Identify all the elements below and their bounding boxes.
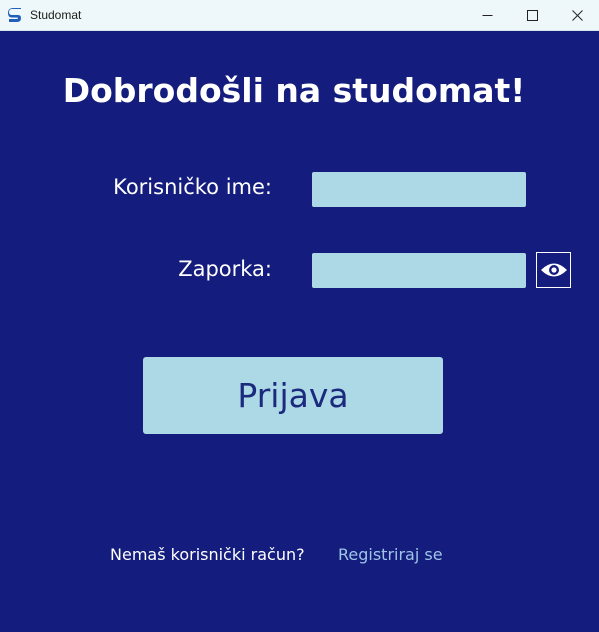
- password-field[interactable]: [312, 253, 526, 288]
- close-icon: [571, 10, 583, 21]
- title-bar[interactable]: Studomat: [0, 0, 599, 31]
- eye-icon: [540, 263, 567, 277]
- studomat-logo-icon: [8, 8, 21, 22]
- username-label: Korisničko ime:: [113, 175, 272, 199]
- show-password-button[interactable]: [536, 252, 571, 288]
- maximize-icon: [526, 10, 538, 21]
- no-account-text: Nemaš korisnički račun?: [110, 545, 305, 564]
- login-button[interactable]: Prijava: [143, 357, 443, 434]
- maximize-button[interactable]: [509, 0, 555, 31]
- close-button[interactable]: [554, 0, 599, 31]
- register-link[interactable]: Registriraj se: [338, 545, 443, 564]
- username-field[interactable]: [312, 172, 526, 207]
- minimize-button[interactable]: [464, 0, 510, 31]
- password-label: Zaporka:: [178, 257, 272, 281]
- login-panel: Dobrodošli na studomat! Korisničko ime: …: [0, 31, 599, 632]
- minimize-icon: [482, 15, 492, 16]
- page-title: Dobrodošli na studomat!: [62, 71, 526, 110]
- window-title: Studomat: [30, 8, 82, 22]
